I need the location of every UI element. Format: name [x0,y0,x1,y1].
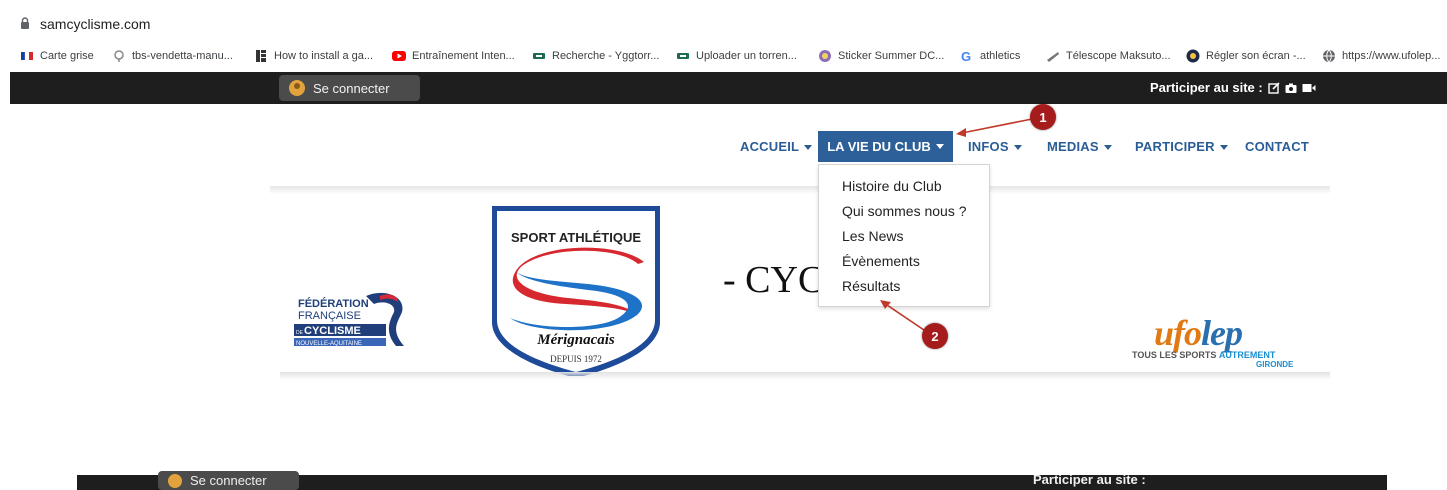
ufolep-wordmark: ufolep [1154,313,1243,353]
nav-infos[interactable]: INFOS [968,139,1022,154]
page-icon [256,50,266,62]
nav-contact[interactable]: CONTACT [1245,139,1309,154]
ffc-logo: FÉDÉRATION FRANÇAISE DE CYCLISME NOUVELL… [294,292,404,347]
sam-club-logo: SPORT ATHLÉTIQUE Mérignacais DEPUIS 1972 [492,206,660,376]
bookmark-how-to-install[interactable]: How to install a ga... [254,48,373,64]
svg-text:DE: DE [296,330,304,336]
nav-accueil[interactable]: ACCUEIL [740,139,813,154]
user-avatar-icon [168,473,182,488]
svg-text:SPORT ATHLÉTIQUE: SPORT ATHLÉTIQUE [511,230,641,245]
banner-title: - CYC [723,259,824,301]
login-button-duplicate[interactable]: Se connecter [158,471,299,490]
nav-medias[interactable]: MEDIAS [1047,139,1112,154]
caret-down-icon [1219,145,1228,151]
bookmark-regler-ecran[interactable]: Régler son écran -... [1186,48,1306,64]
arrow-2 [883,302,925,331]
svg-text:G: G [961,49,971,63]
bookmark-recherche-ygg[interactable]: Recherche - Yggtorr... [532,48,659,64]
header-divider [270,186,1330,194]
ufolep-tagline: TOUS LES SPORTS AUTREMENT [1132,350,1276,360]
google-icon: G [961,49,971,63]
sticker-icon [819,50,831,62]
dropdown-item-resultats[interactable]: Résultats [842,278,900,294]
svg-text:FÉDÉRATION: FÉDÉRATION [298,297,369,310]
caret-down-icon [935,144,944,149]
ygg-icon [533,53,545,59]
dropdown-item-evenements[interactable]: Évènements [842,253,920,269]
bookmark-tbs-vendetta[interactable]: tbs-vendetta-manu... [112,48,233,64]
svg-text:Mérignacais: Mérignacais [536,332,615,348]
nav-participer[interactable]: PARTICIPER [1135,139,1228,154]
url-text[interactable]: samcyclisme.com [40,16,150,32]
dropdown-item-les-news[interactable]: Les News [842,228,903,244]
bookmarks-bar: Carte grise tbs-vendetta-manu... How to … [0,42,1447,70]
ufolep-logo: ufolep TOUS LES SPORTS AUTREMENT GIRONDE [1130,312,1310,372]
bookmark-carte-grise[interactable]: Carte grise [20,48,94,64]
la-vie-du-club-dropdown: Histoire du Club Qui sommes nous ? Les N… [818,164,990,307]
browser-url-bar [0,0,1447,40]
bookmark-ufolep[interactable]: https://www.ufolep... [1322,48,1440,64]
sprocket-icon [114,50,124,62]
nav-la-vie-du-club[interactable]: LA VIE DU CLUB [818,131,953,162]
participer-au-site-duplicate: Participer au site : [1033,472,1146,487]
bookmark-uploader[interactable]: Uploader un torren... [676,48,797,64]
svg-text:NOUVELLE-AQUITAINE: NOUVELLE-AQUITAINE [296,341,362,347]
banner-divider [280,372,1330,380]
ufolep-region: GIRONDE [1256,360,1294,369]
svg-text:CYCLISME: CYCLISME [304,325,361,337]
dropdown-item-qui-sommes-nous[interactable]: Qui sommes nous ? [842,203,967,219]
youtube-icon [392,51,406,61]
bookmark-telescope[interactable]: Télescope Maksuto... [1046,48,1171,64]
lock-icon [21,17,29,29]
french-flag-icon [21,51,33,61]
screen-icon [1186,49,1200,63]
caret-down-icon [804,145,813,151]
caret-down-icon [1013,145,1022,151]
dropdown-item-histoire[interactable]: Histoire du Club [842,178,942,194]
video-icon[interactable] [1302,82,1316,94]
annotation-badge-1: 1 [1030,104,1056,130]
ygg-icon [677,53,689,59]
caret-down-icon [1103,145,1112,151]
bookmark-athletics[interactable]: G athletics [960,48,1020,64]
svg-text:FRANÇAISE: FRANÇAISE [298,310,361,322]
globe-icon [1323,49,1335,63]
camera-icon[interactable] [1285,82,1297,94]
svg-text:DEPUIS 1972: DEPUIS 1972 [550,354,602,364]
annotation-badge-2: 2 [922,323,948,349]
arrow-1 [961,118,1033,134]
bookmark-sticker-summer[interactable]: Sticker Summer DC... [818,48,944,64]
bookmark-entrainement[interactable]: Entraînement Inten... [392,48,515,64]
user-avatar-icon [289,80,305,96]
edit-icon[interactable] [1268,81,1280,94]
telescope-icon [1047,52,1059,62]
participer-au-site: Participer au site : [1150,80,1316,95]
login-button[interactable]: Se connecter [279,75,420,101]
